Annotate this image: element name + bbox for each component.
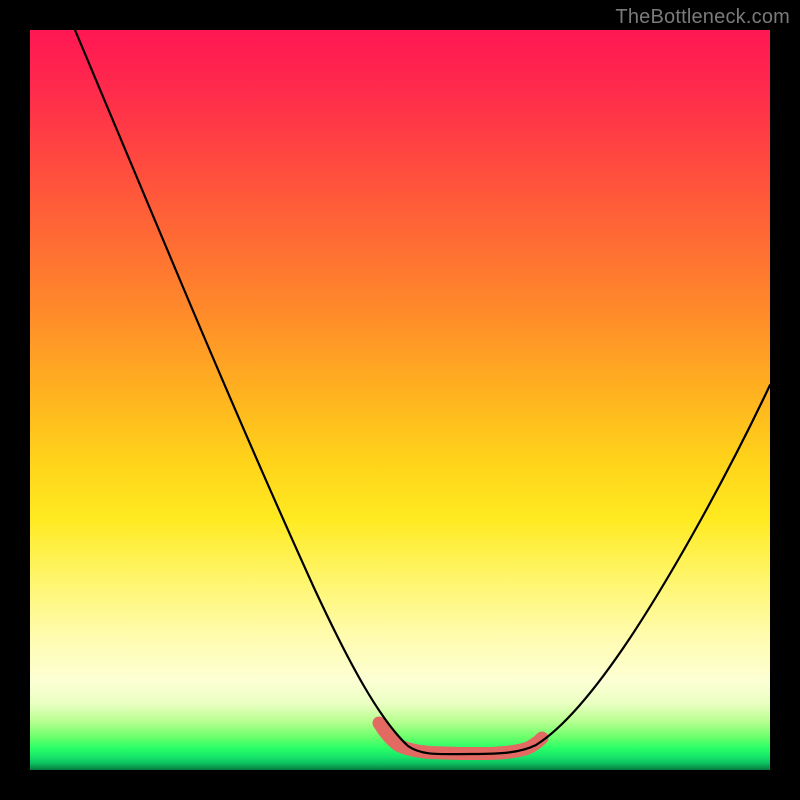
bottleneck-curve (75, 30, 770, 754)
watermark-text: TheBottleneck.com (615, 6, 790, 29)
plot-area (30, 30, 770, 770)
curve-layer (30, 30, 770, 770)
valley-highlight (379, 723, 542, 754)
chart-stage: TheBottleneck.com (0, 0, 800, 800)
